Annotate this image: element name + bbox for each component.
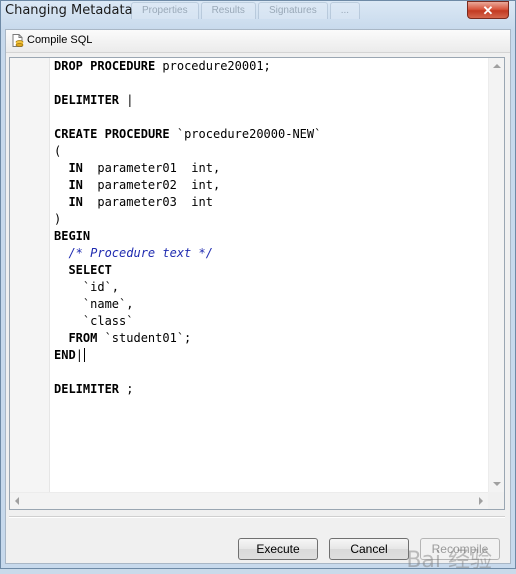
- sql-editor[interactable]: DROP PROCEDURE procedure20001; DELIMITER …: [9, 57, 505, 510]
- code-line: IN parameter03 int: [68, 195, 213, 209]
- cancel-label: Cancel: [350, 542, 388, 556]
- divider: [9, 516, 505, 518]
- background-tabs: Properties Results Signatures...: [131, 2, 362, 20]
- code-line: BEGIN: [54, 229, 91, 243]
- scrollbar-corner: [488, 492, 504, 509]
- code-line: FROM `student01`;: [68, 331, 192, 345]
- background-tab: Signatures: [257, 2, 328, 19]
- code-line: SELECT: [68, 263, 112, 277]
- dialog-window: Changing Metadata Properties Results Signa…: [0, 0, 516, 573]
- document-database-icon: [12, 34, 24, 47]
- title-bar[interactable]: Changing Metadata Properties Results Signa…: [1, 1, 515, 25]
- background-tab: Results: [200, 2, 256, 19]
- text-cursor: [83, 348, 85, 362]
- recompile-label: Recompile: [431, 542, 489, 556]
- code-line: `name`,: [54, 297, 134, 311]
- code-line: CREATE PROCEDURE `procedure20000-NEW`: [54, 127, 322, 141]
- horizontal-scrollbar[interactable]: [10, 492, 488, 509]
- code-area[interactable]: DROP PROCEDURE procedure20001; DELIMITER …: [54, 58, 490, 492]
- dialog-client-area: Compile SQL DROP PROCEDURE procedure2000…: [5, 29, 511, 573]
- execute-button[interactable]: Execute: [238, 538, 318, 560]
- code-line: (: [54, 144, 62, 158]
- background-tab: Properties: [131, 2, 199, 19]
- code-line: IN parameter01 int,: [68, 161, 221, 175]
- window-title: Changing Metadata: [5, 3, 133, 18]
- scroll-down-arrow-icon[interactable]: [493, 482, 501, 486]
- close-icon: ✕: [482, 3, 494, 18]
- code-line: /* Procedure text */: [68, 246, 213, 260]
- close-button[interactable]: ✕: [467, 1, 509, 19]
- vertical-scrollbar[interactable]: [488, 58, 504, 492]
- execute-label: Execute: [256, 542, 300, 556]
- scroll-up-arrow-icon[interactable]: [493, 64, 501, 68]
- toolbar: Compile SQL: [6, 30, 510, 53]
- code-line: END|: [54, 348, 85, 362]
- background-tab: ...: [329, 2, 361, 19]
- code-line: DELIMITER |: [54, 93, 134, 107]
- compile-sql-button[interactable]: Compile SQL: [9, 32, 97, 49]
- code-line: IN parameter02 int,: [68, 178, 221, 192]
- cancel-button[interactable]: Cancel: [329, 538, 409, 560]
- scroll-left-arrow-icon[interactable]: [15, 497, 19, 505]
- compile-sql-label: Compile SQL: [27, 34, 93, 46]
- editor-gutter: [10, 58, 50, 492]
- code-line: DROP PROCEDURE procedure20001;: [54, 59, 271, 73]
- code-line: `class`: [54, 314, 134, 328]
- scroll-right-arrow-icon[interactable]: [479, 497, 483, 505]
- code-line: DELIMITER ;: [54, 382, 134, 396]
- recompile-button[interactable]: Recompile: [420, 538, 500, 560]
- code-line: ): [54, 212, 62, 226]
- code-line: `id`,: [54, 280, 120, 294]
